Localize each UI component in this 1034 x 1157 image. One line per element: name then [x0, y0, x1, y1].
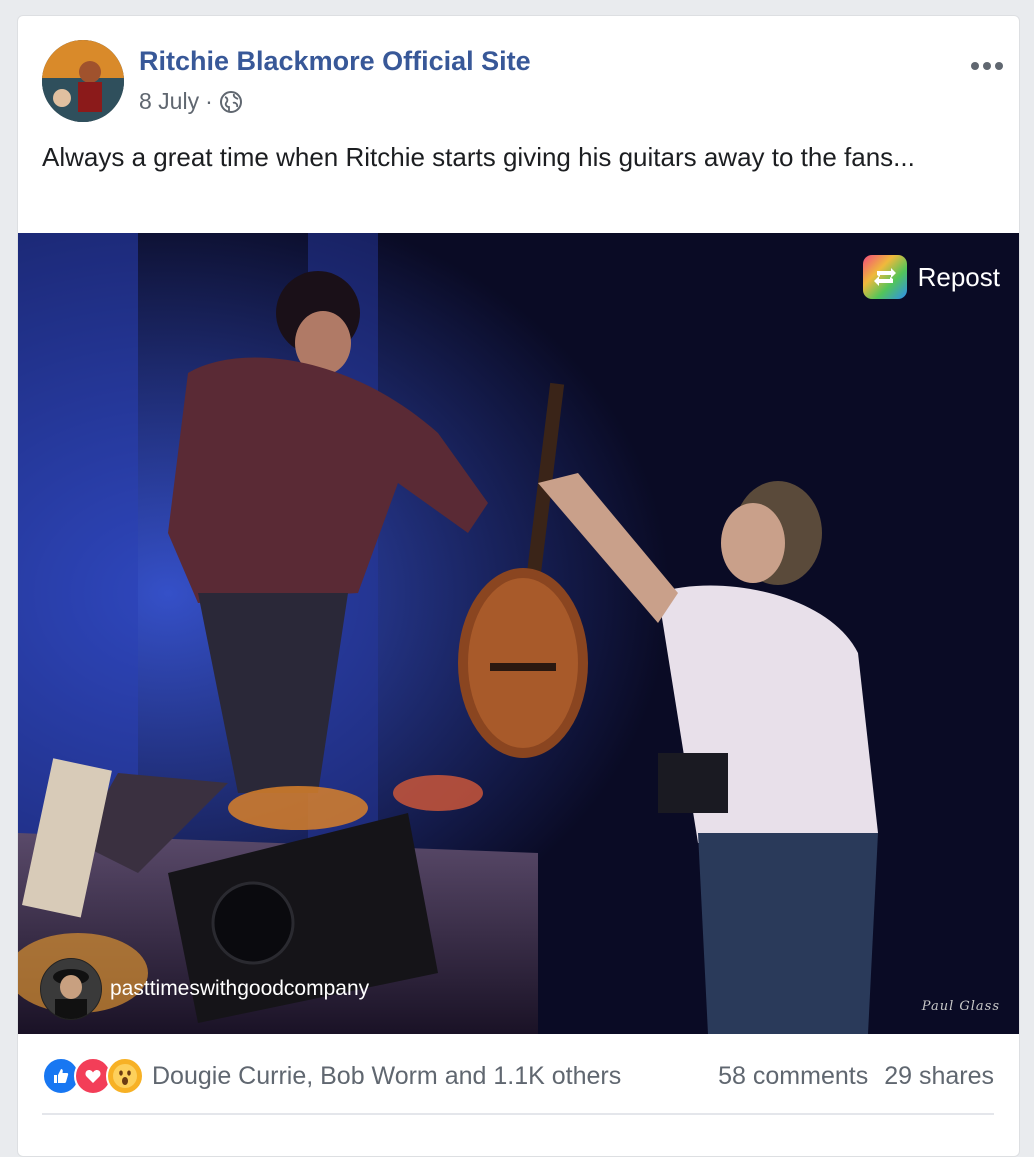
- post-footer: Dougie Currie, Bob Worm and 1.1K others …: [42, 1056, 994, 1096]
- post-meta: 8 July ·: [139, 88, 243, 115]
- comments-count-link[interactable]: 58 comments: [718, 1062, 868, 1091]
- photo-credit: pasttimeswithgoodcompany: [40, 958, 369, 1020]
- post-card: Ritchie Blackmore Official Site 8 July ·…: [17, 15, 1020, 1157]
- page-avatar[interactable]: [42, 40, 124, 122]
- wow-icon: [106, 1057, 144, 1095]
- post-text: Always a great time when Ritchie starts …: [42, 142, 915, 172]
- post-date[interactable]: 8 July: [139, 88, 199, 115]
- footer-divider: [42, 1113, 994, 1115]
- meta-separator: ·: [205, 88, 213, 114]
- reactors-text: Dougie Currie, Bob Worm and 1.1K others: [152, 1061, 622, 1090]
- repost-label: Repost: [917, 261, 1000, 292]
- more-options-icon[interactable]: [971, 62, 1003, 70]
- engagement-counts: 58 comments 29 shares: [718, 1062, 994, 1091]
- post-photo[interactable]: Repost pasttimeswithgoodcompany Paul Gla…: [18, 233, 1019, 1034]
- reactions-summary[interactable]: Dougie Currie, Bob Worm and 1.1K others: [42, 1057, 621, 1095]
- page-name-link[interactable]: Ritchie Blackmore Official Site: [139, 46, 531, 77]
- credit-handle: pasttimeswithgoodcompany: [110, 977, 370, 1000]
- post-header: Ritchie Blackmore Official Site 8 July ·: [42, 40, 1019, 130]
- repost-icon: [862, 255, 907, 299]
- concert-photo: [18, 233, 1019, 1034]
- photographer-watermark: Paul Glass: [921, 999, 1000, 1014]
- credit-avatar: [40, 958, 102, 1020]
- globe-icon: [219, 90, 242, 113]
- shares-count-link[interactable]: 29 shares: [884, 1062, 994, 1091]
- repost-badge: Repost: [862, 255, 1000, 299]
